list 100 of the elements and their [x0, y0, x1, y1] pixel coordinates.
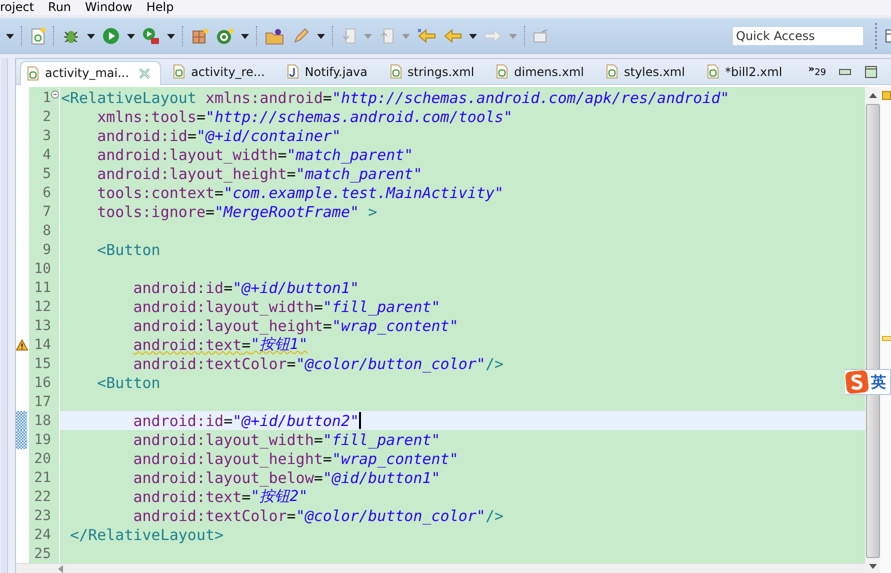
attribute-name: android:textColor — [133, 354, 287, 372]
equals-sign: = — [224, 278, 233, 296]
editor-tab[interactable]: dimens.xml — [490, 60, 594, 84]
line-number: 23 — [33, 508, 51, 524]
attribute-name: android:layout_height — [97, 164, 287, 182]
attribute-value: "@+id/container" — [196, 126, 341, 144]
attribute-name: android:textColor — [133, 506, 287, 524]
folder-icon[interactable] — [265, 27, 285, 45]
input-method-indicator[interactable]: 英 — [845, 369, 891, 395]
line-number: 2 — [42, 108, 51, 124]
attribute-value: "wrap_content" — [332, 450, 458, 468]
new-class-icon[interactable] — [216, 27, 234, 45]
xml-tag: <Button — [97, 374, 160, 392]
equals-sign: = — [286, 506, 296, 524]
attribute-value: "match_parent" — [296, 164, 422, 182]
quick-access-field[interactable]: Quick Access — [732, 26, 864, 46]
dropdown-arrow-icon[interactable] — [317, 34, 325, 38]
editor-tab[interactable]: activity_re... — [167, 60, 275, 84]
line-number: 10 — [33, 260, 51, 276]
editor-tab[interactable]: *bill2.xml — [700, 60, 792, 84]
equals-sign: = — [314, 468, 323, 486]
line-number: 25 — [33, 546, 51, 562]
run-configuration-icon[interactable] — [142, 27, 160, 45]
attribute-name: android:text — [133, 336, 242, 354]
line-number: 17 — [33, 394, 51, 410]
equals-sign: = — [278, 146, 287, 164]
maximize-icon[interactable] — [865, 66, 877, 78]
tag-end: /> — [485, 506, 504, 524]
attribute-value: "fill_parent" — [322, 298, 440, 316]
collapse-icon[interactable] — [51, 90, 59, 99]
line-number: 21 — [33, 470, 51, 486]
equals-sign: = — [322, 316, 332, 334]
warning-summary-marker — [882, 91, 891, 100]
scroll-up-icon[interactable] — [868, 93, 876, 98]
dropdown-arrow-icon[interactable] — [469, 34, 477, 38]
scroll-left-icon[interactable] — [58, 564, 64, 572]
attribute-name: tools:ignore — [97, 202, 206, 220]
dropdown-arrow-icon[interactable] — [167, 34, 175, 38]
scroll-down-icon[interactable] — [868, 564, 876, 569]
equals-sign: = — [196, 108, 206, 126]
attribute-value: "@color/button_color" — [296, 506, 486, 524]
line-number: 7 — [42, 204, 51, 220]
menu-item[interactable]: Window — [83, 0, 140, 15]
last-edit-icon[interactable] — [417, 28, 437, 44]
attribute-value: "按钮2" — [250, 487, 308, 506]
minimize-icon[interactable] — [839, 68, 851, 74]
dropdown-arrow-icon[interactable] — [127, 34, 135, 38]
line-number: 14 — [33, 336, 51, 352]
close-icon[interactable] — [139, 68, 150, 78]
dropdown-arrow-icon[interactable] — [241, 34, 249, 38]
line-number: 16 — [33, 374, 51, 390]
text-cursor — [359, 412, 362, 429]
dropdown-arrow-icon[interactable] — [87, 34, 95, 38]
line-number: 22 — [33, 488, 51, 504]
line-number: 18 — [33, 412, 51, 428]
line-number: 24 — [33, 526, 51, 542]
xml-tag: <Button — [97, 240, 160, 258]
menu-item[interactable]: roject — [0, 0, 42, 15]
run-icon[interactable] — [102, 27, 120, 45]
attribute-value: "com.example.test.MainActivity" — [224, 184, 504, 202]
equals-sign: = — [187, 126, 196, 144]
attribute-value: "wrap_content" — [332, 316, 458, 334]
grid-icon[interactable] — [191, 27, 209, 45]
attribute-value: "@+id/button2" — [232, 412, 360, 430]
attribute-value: "match_parent" — [286, 146, 414, 164]
xml-tag: </RelativeLayout> — [70, 526, 224, 544]
line-number: 13 — [33, 318, 51, 334]
equals-sign: = — [322, 450, 332, 468]
menu-item[interactable]: Help — [144, 0, 181, 15]
back-arrow-icon[interactable] — [444, 28, 462, 44]
attribute-value: "@color/button_color" — [296, 354, 486, 372]
attribute-name: android:layout_height — [133, 450, 323, 468]
attribute-name: android:layout_width — [133, 430, 314, 448]
editor-tab[interactable]: activity_mai... — [20, 60, 162, 84]
new-file-icon[interactable] — [30, 27, 46, 45]
dropdown-arrow-icon[interactable] — [6, 34, 14, 38]
warning-marker[interactable] — [882, 336, 891, 341]
xml-file-icon — [390, 64, 402, 79]
attribute-value: "http://schemas.android.com/apk/res/android" — [332, 88, 730, 106]
attribute-value: "fill_parent" — [322, 430, 440, 448]
attribute-value: "@id/button1" — [322, 468, 440, 486]
attribute-name: android:layout_height — [133, 316, 323, 334]
attribute-value: "http://schemas.android.com/tools" — [206, 108, 513, 126]
xml-file-icon — [706, 64, 719, 79]
equals-sign: = — [242, 336, 251, 354]
xml-file-icon — [173, 64, 186, 79]
editor-tab[interactable]: Notify.java — [280, 60, 378, 84]
perspective-icon[interactable] — [885, 29, 891, 43]
equals-sign: = — [214, 184, 224, 202]
attribute-value: "按钮1" — [250, 335, 308, 354]
editor-tab[interactable]: styles.xml — [600, 60, 695, 84]
attribute-name: tools:context — [97, 184, 215, 202]
java-file-icon — [286, 64, 299, 79]
s-logo-icon — [845, 370, 869, 394]
editor-tab[interactable]: strings.xml — [384, 60, 484, 84]
attribute-value: "@+id/button1" — [232, 278, 360, 296]
line-number: 5 — [42, 166, 51, 182]
pencil-icon[interactable] — [292, 27, 310, 45]
line-number: 12 — [33, 298, 51, 314]
menu-item[interactable]: Run — [46, 0, 78, 15]
